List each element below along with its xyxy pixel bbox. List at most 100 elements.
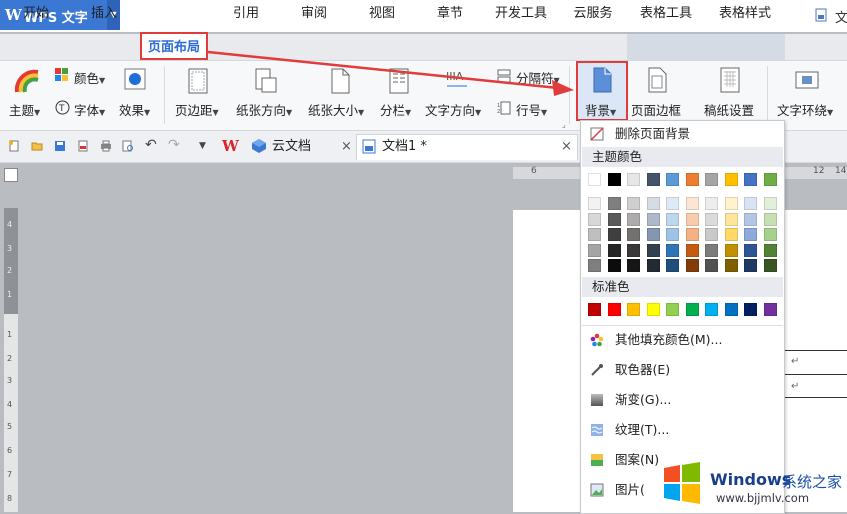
theme-color-swatch[interactable] [666,173,679,186]
theme-shade-swatch[interactable] [763,212,777,226]
columns-button[interactable]: 分栏▼ [380,100,411,119]
close-tab-icon[interactable]: × [341,139,352,154]
tab-section[interactable]: 章节 [426,4,474,24]
theme-shade-swatch[interactable] [744,243,757,257]
tab-view[interactable]: 视图 [358,4,406,24]
theme-shade-swatch[interactable] [627,197,640,210]
theme-button[interactable]: 主题▼ [9,100,40,119]
theme-shade-swatch[interactable] [744,212,757,226]
theme-shade-swatch[interactable] [627,228,640,241]
standard-color-swatch[interactable] [666,303,679,316]
columns-icon[interactable] [388,68,410,94]
theme-shade-swatch[interactable] [607,243,621,257]
ruler-corner-tab-selector[interactable] [4,168,18,182]
theme-shade-swatch[interactable] [705,228,718,241]
theme-shade-swatch[interactable] [666,228,679,241]
theme-shade-swatch[interactable] [685,259,699,272]
paper-size-icon[interactable] [329,68,351,94]
texture-item[interactable]: 纹理(T)... [582,417,783,443]
page-border-button[interactable]: 页面边框 [631,100,681,119]
doc-tab-document1[interactable]: 文档1 * [382,135,427,159]
theme-shade-swatch[interactable] [666,243,679,257]
theme-shade-swatch[interactable] [724,228,738,241]
tab-insert[interactable]: 插入 [80,4,128,24]
vertical-ruler[interactable]: 4 3 2 1 1 2 3 4 5 6 7 8 [4,208,18,512]
theme-shade-swatch[interactable] [685,243,699,257]
background-button[interactable]: 背景▼ [585,100,616,119]
page-border-icon[interactable] [646,67,668,93]
theme-color-swatch[interactable] [607,173,621,186]
breaks-button[interactable]: 分隔符▼ [516,68,560,87]
theme-icon[interactable] [14,68,40,94]
text-wrap-icon[interactable] [795,70,819,90]
page-background-icon[interactable] [591,67,613,93]
standard-color-swatch[interactable] [744,303,757,316]
theme-color-swatch[interactable] [588,173,601,186]
tab-page-layout[interactable]: 页面布局 [142,38,206,58]
standard-color-swatch[interactable] [724,303,738,316]
theme-color-swatch[interactable] [724,173,738,186]
theme-color-swatch[interactable] [627,173,640,186]
theme-shade-swatch[interactable] [588,197,601,210]
manuscript-icon[interactable] [719,67,741,93]
theme-shade-swatch[interactable] [607,197,621,210]
orientation-icon[interactable] [254,68,278,94]
gradient-item[interactable]: 渐变(G)... [582,387,783,413]
theme-shade-swatch[interactable] [588,212,601,226]
theme-shade-swatch[interactable] [763,228,777,241]
theme-shade-swatch[interactable] [705,197,718,210]
theme-shade-swatch[interactable] [744,259,757,272]
tab-review[interactable]: 审阅 [290,4,338,24]
export-pdf-icon[interactable] [77,140,89,152]
theme-color-swatch[interactable] [705,173,718,186]
theme-shade-swatch[interactable] [724,259,738,272]
theme-shade-swatch[interactable] [646,197,660,210]
page-setup-dialog-launcher-icon[interactable]: ⌟ [562,120,566,129]
theme-shade-swatch[interactable] [607,259,621,272]
theme-shade-swatch[interactable] [607,212,621,226]
close-tab-icon[interactable]: × [561,139,572,154]
tab-developer[interactable]: 开发工具 [490,4,552,24]
doc-tab-cloud[interactable]: 云文档 [272,135,311,159]
font-button[interactable]: 字体▼ [74,100,105,119]
theme-shade-swatch[interactable] [627,243,640,257]
standard-color-swatch[interactable] [607,303,621,316]
color-button[interactable]: 颜色▼ [74,68,105,87]
theme-shade-swatch[interactable] [646,243,660,257]
theme-shade-swatch[interactable] [763,197,777,210]
new-document-icon[interactable] [8,140,20,152]
open-folder-icon[interactable] [31,140,43,152]
theme-shade-swatch[interactable] [666,259,679,272]
theme-color-swatch[interactable] [685,173,699,186]
theme-color-swatch[interactable] [744,173,757,186]
theme-shade-swatch[interactable] [627,212,640,226]
theme-shade-swatch[interactable] [588,228,601,241]
theme-color-swatch[interactable] [763,173,777,186]
theme-shade-swatch[interactable] [724,212,738,226]
undo-icon[interactable]: ↶ [145,137,157,153]
text-direction-button[interactable]: 文字方向▼ [425,100,481,119]
standard-color-swatch[interactable] [588,303,601,316]
print-icon[interactable] [100,140,112,152]
print-preview-icon[interactable] [122,140,134,152]
more-fill-colors-item[interactable]: 其他填充颜色(M)... [582,327,783,353]
theme-shade-swatch[interactable] [646,228,660,241]
theme-shade-swatch[interactable] [705,243,718,257]
text-wrap-button[interactable]: 文字环绕▼ [777,100,833,119]
margins-icon[interactable] [187,68,209,94]
theme-shade-swatch[interactable] [744,197,757,210]
theme-shade-swatch[interactable] [685,228,699,241]
customize-toolbar-dropdown-icon[interactable]: ▼ [199,141,206,151]
tab-table-tools[interactable]: 表格工具 [634,4,698,24]
color-picker-item[interactable]: 取色器(E) [582,357,783,383]
margins-button[interactable]: 页边距▼ [175,100,219,119]
standard-color-swatch[interactable] [627,303,640,316]
theme-shade-swatch[interactable] [763,259,777,272]
tab-table-style[interactable]: 表格样式 [712,4,778,24]
theme-shade-swatch[interactable] [666,212,679,226]
theme-shade-swatch[interactable] [685,212,699,226]
save-icon[interactable] [54,140,66,152]
theme-shade-swatch[interactable] [666,197,679,210]
paper-size-button[interactable]: 纸张大小▼ [308,100,364,119]
theme-color-swatch[interactable] [646,173,660,186]
